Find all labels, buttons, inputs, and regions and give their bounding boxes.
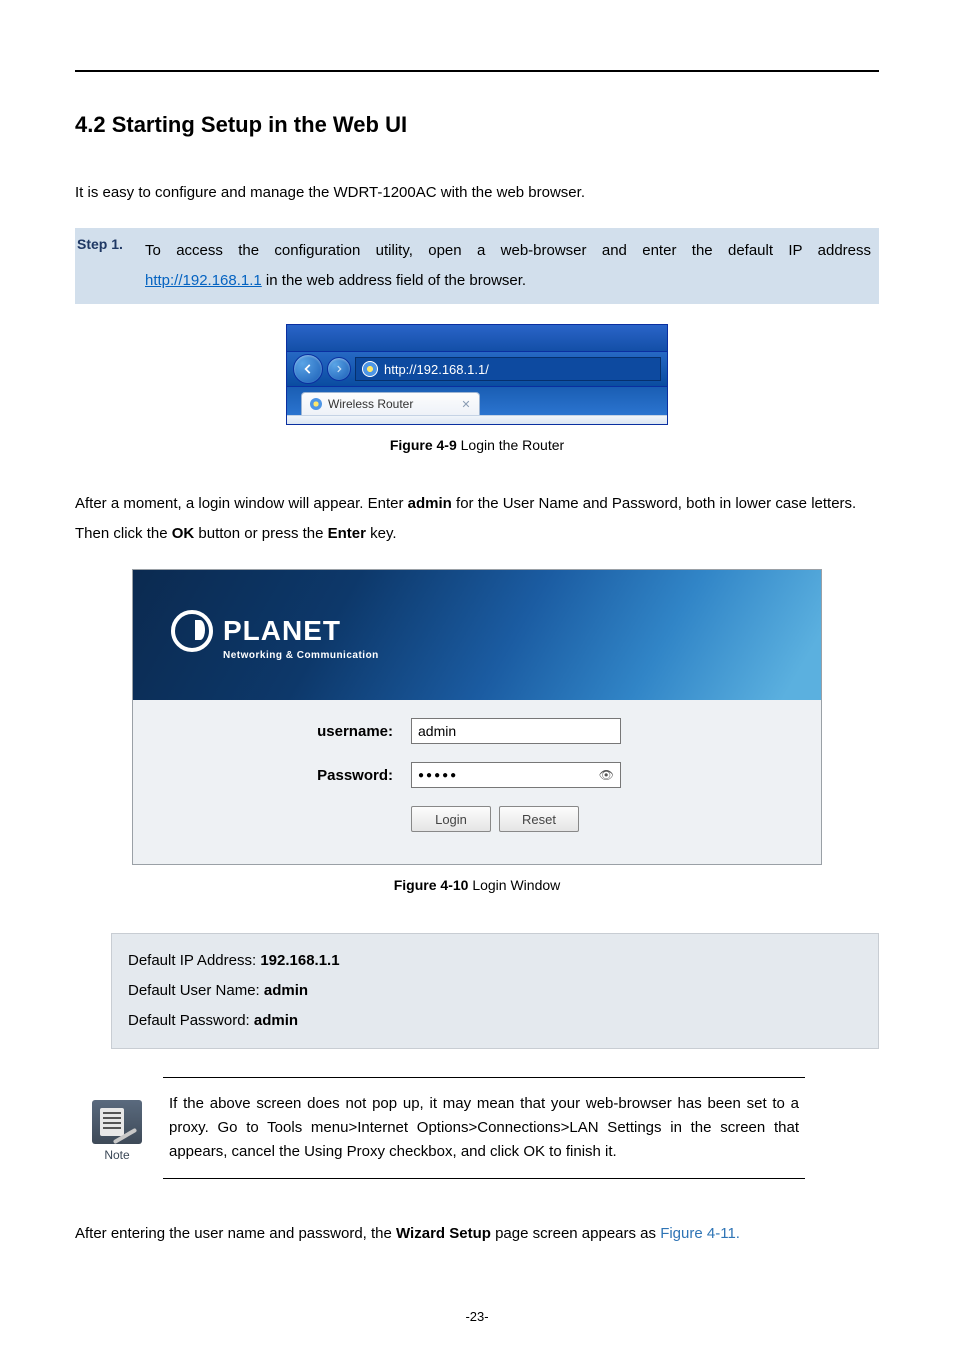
step-body: To access the configuration utility, ope… <box>145 236 871 296</box>
planet-brand-sub: Networking & Communication <box>223 650 379 661</box>
browser-tab[interactable]: Wireless Router ✕ <box>301 392 480 415</box>
arrow-left-icon <box>301 362 315 376</box>
forward-button[interactable] <box>327 357 351 381</box>
default-user-value: admin <box>264 982 308 999</box>
username-input[interactable]: admin <box>411 718 621 744</box>
closing-a: After entering the user name and passwor… <box>75 1225 396 1242</box>
figure-2-label: Figure 4-10 <box>394 877 469 893</box>
ap-1d: key. <box>366 525 397 542</box>
figure-1-text: Login the Router <box>457 437 564 453</box>
address-bar-row: http://192.168.1.1/ <box>287 352 667 387</box>
browser-figure: http://192.168.1.1/ Wireless Router ✕ <box>286 324 668 425</box>
step-url-link[interactable]: http://192.168.1.1 <box>145 272 262 289</box>
closing-bold: Wizard Setup <box>396 1225 491 1242</box>
section-heading: 4.2 Starting Setup in the Web UI <box>75 112 879 138</box>
login-header: PLANET Networking & Communication <box>133 570 821 700</box>
address-url: http://192.168.1.1/ <box>384 362 489 377</box>
login-button[interactable]: Login <box>411 806 491 832</box>
ap-ok: OK <box>172 525 195 542</box>
figure-1-caption: Figure 4-9 Login the Router <box>75 437 879 453</box>
ap-1c: button or press the <box>194 525 327 542</box>
page-number: -23- <box>75 1309 879 1324</box>
page-container: 4.2 Starting Setup in the Web UI It is e… <box>0 0 954 1364</box>
login-body: username: admin Password: ●●●●● 👁 Login … <box>133 700 821 864</box>
note-text: If the above screen does not pop up, it … <box>163 1077 805 1179</box>
step-row: Step 1. To access the configuration util… <box>75 228 879 304</box>
planet-logo: PLANET Networking & Communication <box>171 610 379 661</box>
password-input[interactable]: ●●●●● 👁 <box>411 762 621 788</box>
note-block: Note If the above screen does not pop up… <box>81 1077 879 1179</box>
username-label: username: <box>223 723 411 740</box>
tab-row: Wireless Router ✕ <box>287 387 667 415</box>
intro-paragraph: It is easy to configure and manage the W… <box>75 178 879 208</box>
default-user-label: Default User Name: <box>128 982 264 999</box>
note-icon-cell: Note <box>81 1077 153 1179</box>
step-text-before: To access the configuration utility, ope… <box>145 242 871 259</box>
defaults-box: Default IP Address: 192.168.1.1 Default … <box>111 933 879 1049</box>
arrow-right-icon <box>334 364 344 374</box>
top-rule <box>75 70 879 72</box>
password-label: Password: <box>223 767 411 784</box>
password-mask: ●●●●● <box>418 770 458 781</box>
after-moment-paragraph: After a moment, a login window will appe… <box>75 489 879 549</box>
figure-2-caption: Figure 4-10 Login Window <box>75 877 879 893</box>
reset-button[interactable]: Reset <box>499 806 579 832</box>
step-line-1: To access the configuration utility, ope… <box>145 236 871 266</box>
default-ip-row: Default IP Address: 192.168.1.1 <box>128 946 862 976</box>
planet-brand-main: PLANET <box>223 615 341 647</box>
back-button[interactable] <box>293 354 323 384</box>
tab-favicon-icon <box>310 398 322 410</box>
username-value: admin <box>418 723 456 739</box>
default-pw-row: Default Password: admin <box>128 1006 862 1036</box>
address-field[interactable]: http://192.168.1.1/ <box>355 357 661 381</box>
default-user-row: Default User Name: admin <box>128 976 862 1006</box>
ap-1a: After a moment, a login window will appe… <box>75 495 408 512</box>
ap-admin: admin <box>408 495 452 512</box>
login-buttons-row: Login Reset <box>411 806 731 832</box>
tab-close-icon[interactable]: ✕ <box>461 398 470 411</box>
ie-icon <box>362 361 378 377</box>
password-row: Password: ●●●●● 👁 <box>223 762 731 788</box>
default-ip-value: 192.168.1.1 <box>260 952 339 969</box>
default-ip-label: Default IP Address: <box>128 952 260 969</box>
note-icon <box>92 1100 142 1144</box>
figure-2-text: Login Window <box>468 877 560 893</box>
note-pen-icon <box>113 1128 138 1144</box>
browser-toolbar-stub <box>287 415 667 424</box>
default-pw-value: admin <box>254 1012 298 1029</box>
default-pw-label: Default Password: <box>128 1012 254 1029</box>
closing-b: page screen appears as <box>491 1225 660 1242</box>
figure-1-label: Figure 4-9 <box>390 437 457 453</box>
planet-logo-top: PLANET <box>171 610 379 652</box>
note-icon-label: Note <box>104 1148 129 1162</box>
step-text-after: in the web address field of the browser. <box>262 272 526 289</box>
reveal-password-icon[interactable]: 👁 <box>599 768 614 782</box>
step-label: Step 1. <box>75 236 145 296</box>
tab-title: Wireless Router <box>328 397 413 411</box>
closing-paragraph: After entering the user name and passwor… <box>75 1219 879 1249</box>
ap-enter: Enter <box>328 525 366 542</box>
username-row: username: admin <box>223 718 731 744</box>
closing-figure-link[interactable]: Figure 4-11. <box>660 1225 740 1242</box>
planet-orb-icon <box>171 610 213 652</box>
browser-titlebar <box>287 325 667 352</box>
login-figure: PLANET Networking & Communication userna… <box>132 569 822 865</box>
